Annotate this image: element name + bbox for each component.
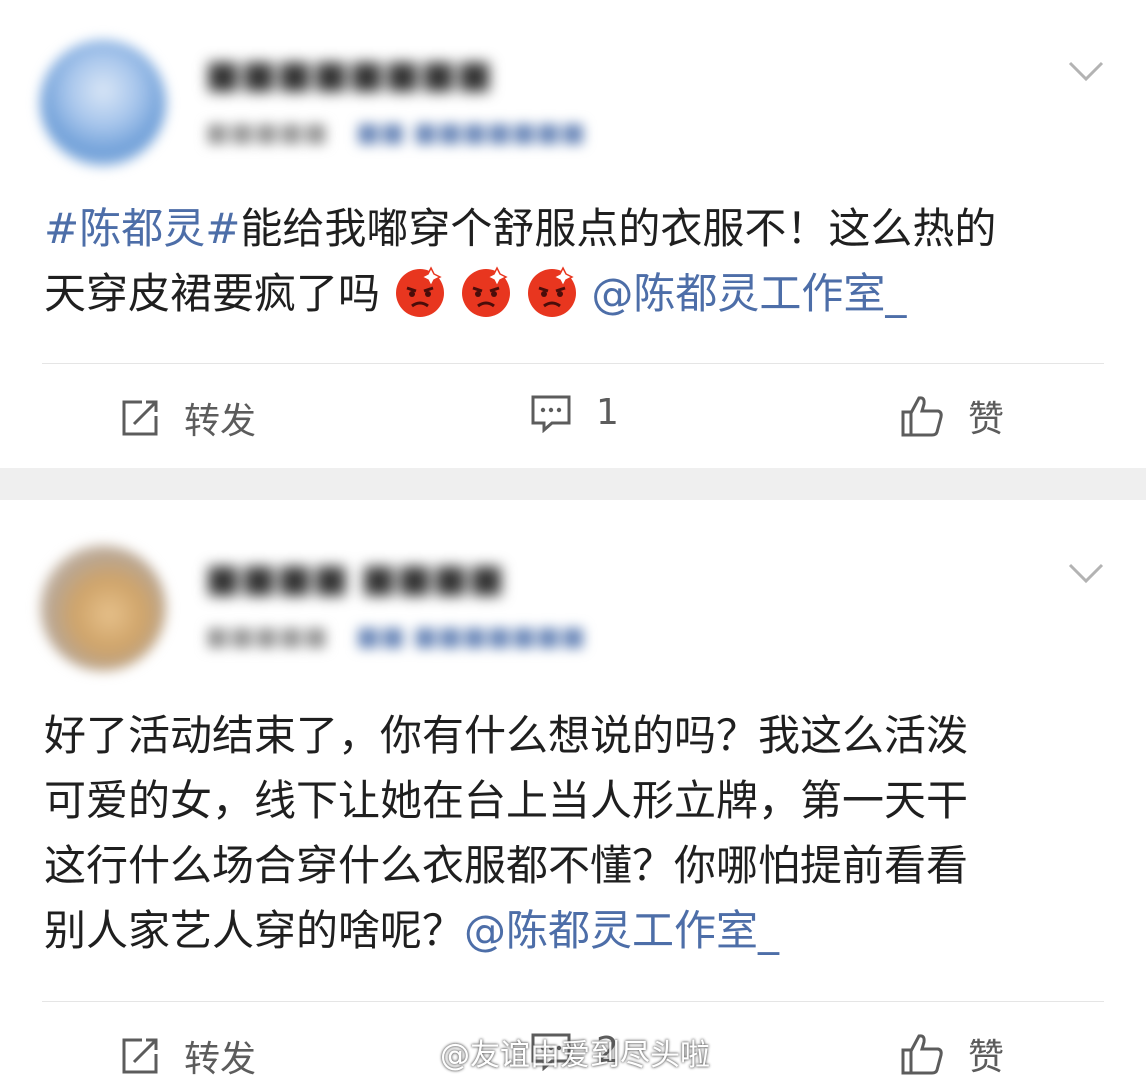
thumbs-up-icon — [901, 396, 943, 437]
comment-count: 1 — [596, 392, 619, 433]
watermark: @友谊由爱到尽头啦 — [440, 1038, 710, 1073]
comment-button[interactable]: 1 — [530, 392, 619, 433]
username-blurred[interactable]: ■■■■■■■■ — [205, 52, 492, 96]
like-label: 赞 — [968, 1037, 1005, 1078]
divider — [42, 1001, 1104, 1002]
repost-button[interactable]: 转发 — [120, 1030, 256, 1082]
post-text: 可爱的女，线下让她在台上当人形立牌，第一天干 — [44, 776, 969, 825]
post-text: 别人家艺人穿的啥呢？ — [44, 906, 465, 955]
post-text: 天穿皮裙要疯了吗 — [44, 269, 381, 318]
angry-face-emoji — [396, 266, 445, 317]
post-card: ■■■■■■■■ ■■■■■ ■■ ■■■■■■■ #陈都灵#能给我嘟穿个舒服点的… — [0, 0, 1146, 468]
post-text: 好了活动结束了，你有什么想说的吗？我这么活泼 — [44, 711, 969, 760]
hashtag-link[interactable]: #陈都灵# — [44, 204, 240, 253]
avatar[interactable] — [40, 545, 166, 671]
divider — [42, 363, 1104, 364]
username-blurred[interactable]: ■■■■ ■■■■ — [205, 556, 504, 600]
chevron-down-icon[interactable] — [1068, 60, 1104, 82]
mention-link[interactable]: @陈都灵工作室_ — [464, 906, 779, 955]
like-label: 赞 — [968, 399, 1005, 440]
post-content: #陈都灵#能给我嘟穿个舒服点的衣服不！这么热的 天穿皮裙要疯了吗 @陈都灵工作室… — [44, 196, 1104, 326]
mention-link[interactable]: @陈都灵工作室_ — [591, 269, 906, 318]
angry-face-emoji — [528, 266, 577, 317]
repost-icon — [122, 400, 158, 436]
avatar[interactable] — [40, 40, 166, 166]
comment-icon — [531, 395, 571, 433]
repost-button[interactable]: 转发 — [120, 392, 256, 444]
angry-face-emoji — [462, 266, 511, 317]
like-button[interactable]: 赞 — [900, 390, 1004, 442]
post-meta-blurred: ■■■■■ ■■ ■■■■■■■ — [205, 118, 586, 148]
like-button[interactable]: 赞 — [900, 1028, 1004, 1080]
post-content: 好了活动结束了，你有什么想说的吗？我这么活泼 可爱的女，线下让她在台上当人形立牌… — [44, 703, 1104, 963]
repost-icon — [122, 1038, 158, 1074]
post-separator — [0, 468, 1146, 500]
repost-label: 转发 — [184, 1039, 257, 1080]
thumbs-up-icon — [901, 1034, 943, 1075]
post-meta-blurred: ■■■■■ ■■ ■■■■■■■ — [205, 622, 586, 652]
post-text: 这行什么场合穿什么衣服都不懂？你哪怕提前看看 — [44, 841, 969, 890]
chevron-down-icon[interactable] — [1068, 562, 1104, 584]
repost-label: 转发 — [184, 401, 257, 442]
post-text: 能给我嘟穿个舒服点的衣服不！这么热的 — [240, 204, 997, 253]
